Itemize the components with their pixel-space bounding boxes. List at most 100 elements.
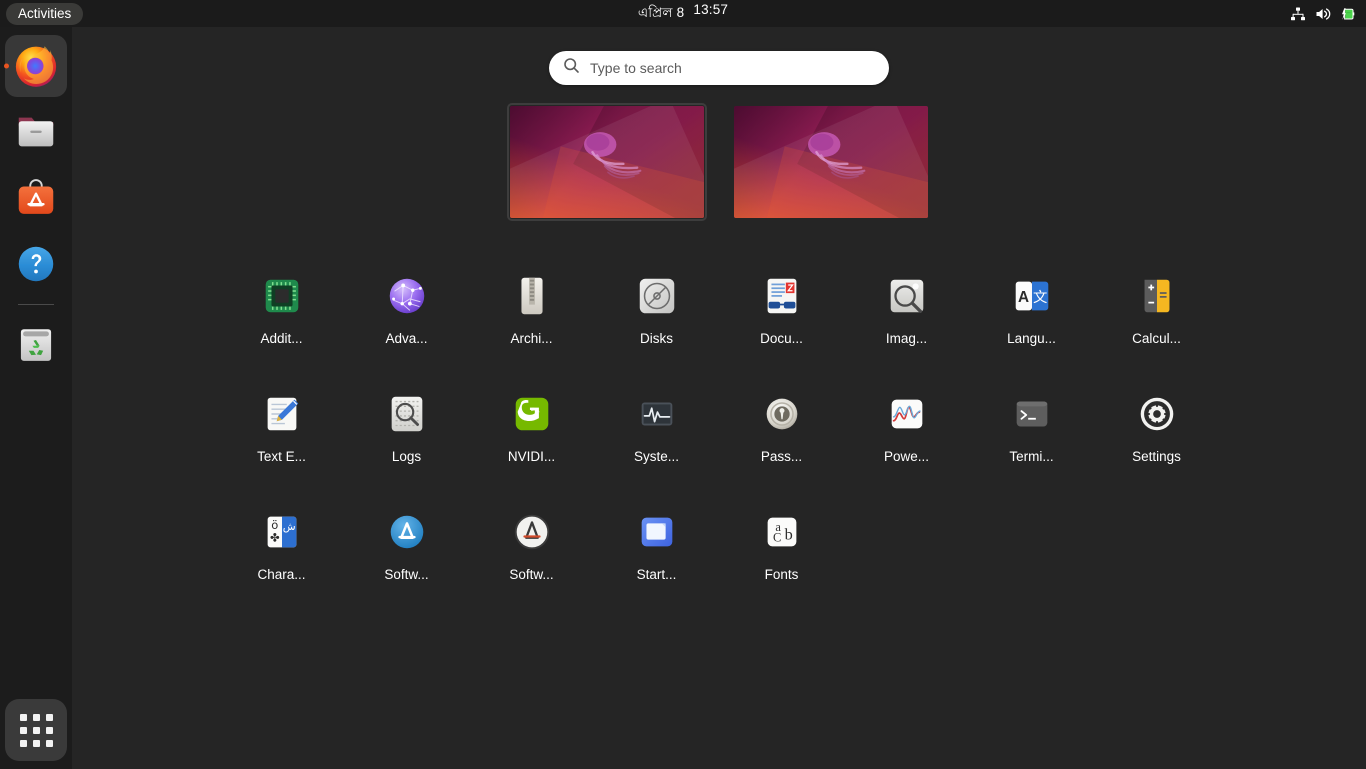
dock-separator	[18, 304, 54, 305]
activities-button[interactable]: Activities	[6, 2, 84, 25]
jellyfish-graphic	[584, 132, 642, 179]
app-label: Logs	[391, 449, 422, 464]
search-icon	[563, 57, 580, 79]
document-viewer-icon	[759, 273, 805, 319]
app-label: Settings	[1132, 449, 1181, 464]
calculator-icon	[1134, 273, 1180, 319]
app-label: NVIDI...	[507, 449, 556, 464]
system-status-menu[interactable]	[1290, 6, 1358, 22]
svg-text:ش: ش	[282, 521, 295, 533]
power-statistics-icon	[884, 391, 930, 437]
app-label: Archi...	[510, 331, 553, 346]
dock-item-help[interactable]	[5, 233, 67, 295]
passwords-and-keys-icon	[759, 391, 805, 437]
svg-text:✤: ✤	[269, 531, 279, 545]
terminal-icon	[1009, 391, 1055, 437]
network-wired-icon	[1290, 6, 1306, 22]
app-item-17[interactable]: Softw...	[344, 503, 469, 587]
clock-container: এপ্রিল 8 13:57	[0, 2, 1366, 25]
app-item-10[interactable]: NVIDI...	[469, 385, 594, 469]
app-grid-dot	[45, 739, 53, 747]
svg-text:文: 文	[1032, 289, 1046, 306]
app-item-11[interactable]: Syste...	[594, 385, 719, 469]
app-grid-dot	[19, 739, 27, 747]
app-item-19[interactable]: Start...	[594, 503, 719, 587]
system-monitor-icon	[634, 391, 680, 437]
app-grid-dot	[45, 726, 53, 734]
app-label: Softw...	[509, 567, 554, 582]
clock-date: এপ্রিল 8	[637, 5, 685, 20]
app-label: Docu...	[760, 331, 803, 346]
app-item-7[interactable]: Calcul...	[1094, 267, 1219, 351]
app-item-13[interactable]: Powe...	[844, 385, 969, 469]
battery-charging-icon	[1341, 6, 1358, 22]
jellyfish-graphic	[808, 132, 866, 179]
software-updater-icon	[509, 509, 555, 555]
archive-manager-icon	[509, 273, 555, 319]
workspace-thumbnail-1[interactable]	[507, 103, 707, 221]
app-item-18[interactable]: Softw...	[469, 503, 594, 587]
app-label: Pass...	[760, 449, 803, 464]
app-item-1[interactable]: Adva...	[344, 267, 469, 351]
dock-item-ubuntu-software[interactable]	[5, 167, 67, 229]
workspace-switcher	[72, 103, 1366, 221]
app-label: Text E...	[257, 449, 306, 464]
app-label: Softw...	[384, 567, 429, 582]
datetime-menu-button[interactable]: এপ্রিল 8 13:57	[638, 2, 728, 25]
search-input[interactable]: Type to search	[549, 51, 889, 85]
language-support-icon: A文	[1009, 273, 1055, 319]
wallpaper	[510, 106, 704, 218]
show-applications-button[interactable]	[5, 699, 67, 761]
search-container: Type to search	[72, 51, 1366, 85]
app-item-0[interactable]: Addit...	[219, 267, 344, 351]
settings-gear-icon	[1134, 391, 1180, 437]
app-item-3[interactable]: Disks	[594, 267, 719, 351]
app-item-15[interactable]: Settings	[1094, 385, 1219, 469]
firefox-icon	[15, 46, 57, 87]
svg-text:b: b	[784, 525, 792, 544]
trash-recycle-icon	[20, 329, 52, 361]
app-item-16[interactable]: ö ✤ ش Chara...	[219, 503, 344, 587]
app-item-4[interactable]: Docu...	[719, 267, 844, 351]
app-grid-dot	[32, 713, 40, 721]
disks-icon	[634, 273, 680, 319]
characters-icon: ö ✤ ش	[259, 509, 305, 555]
logs-icon	[384, 391, 430, 437]
fonts-icon: aCb	[759, 509, 805, 555]
app-label: Adva...	[385, 331, 428, 346]
text-editor-icon	[259, 391, 305, 437]
app-item-8[interactable]: Text E...	[219, 385, 344, 469]
app-label: Addit...	[260, 331, 303, 346]
files-folder-icon	[18, 117, 54, 147]
nvidia-settings-icon	[509, 391, 555, 437]
clock-time: 13:57	[693, 2, 729, 17]
dock-item-firefox[interactable]	[5, 35, 67, 97]
app-item-9[interactable]: Logs	[344, 385, 469, 469]
app-label: Disks	[640, 331, 673, 346]
activities-overview: Type to search Addit... Adva... Archi...…	[72, 27, 1366, 769]
workspace-thumbnail-2[interactable]	[734, 106, 928, 218]
app-grid-dot	[32, 726, 40, 734]
app-item-2[interactable]: Archi...	[469, 267, 594, 351]
app-item-20[interactable]: aCb Fonts	[719, 503, 844, 587]
app-item-5[interactable]: Imag...	[844, 267, 969, 351]
app-grid-dot	[19, 726, 27, 734]
dock-item-files[interactable]	[5, 101, 67, 163]
app-grid-dot	[45, 713, 53, 721]
volume-high-icon	[1315, 6, 1332, 22]
search-placeholder: Type to search	[590, 60, 682, 76]
dock-item-trash[interactable]	[5, 314, 67, 376]
app-item-12[interactable]: Pass...	[719, 385, 844, 469]
app-item-6[interactable]: A文 Langu...	[969, 267, 1094, 351]
app-label: Calcul...	[1132, 331, 1181, 346]
image-viewer-icon	[884, 273, 930, 319]
app-label: Syste...	[633, 449, 679, 464]
app-item-14[interactable]: Termi...	[969, 385, 1094, 469]
ubuntu-software-icon	[18, 179, 54, 214]
help-question-icon	[18, 246, 54, 282]
app-label: Langu...	[1007, 331, 1056, 346]
ubuntu-software-icon	[384, 509, 430, 555]
svg-text:C: C	[773, 531, 781, 545]
svg-text:A: A	[1018, 289, 1029, 306]
app-label: Start...	[636, 567, 677, 582]
